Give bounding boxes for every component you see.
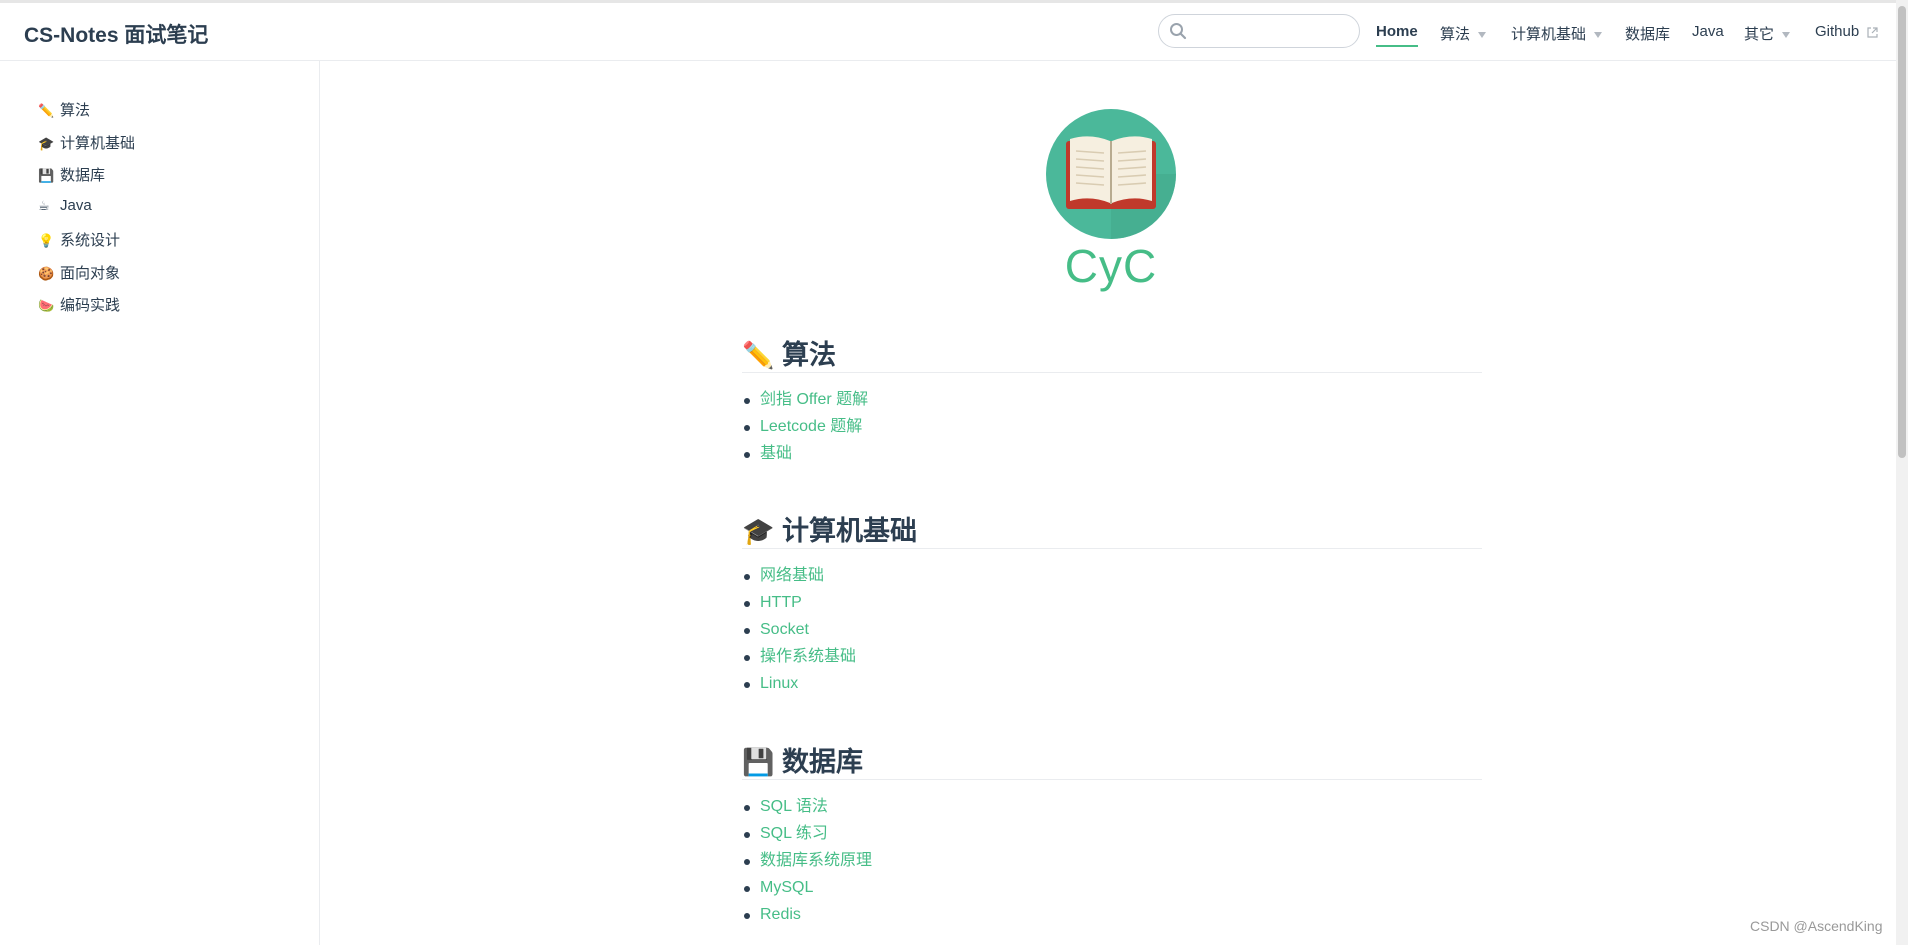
chevron-down-icon [1594,32,1603,39]
book-logo-icon [1046,109,1176,239]
hero-title: CyC [1064,240,1158,292]
link-linux[interactable]: Linux [760,675,798,692]
list-item: Socket [742,619,1482,646]
nav-other-dropdown[interactable]: 其它 [1744,23,1791,44]
link-network-basics[interactable]: 网络基础 [760,567,824,584]
sidebar-item-cs-basics[interactable]: 🎓 计算机基础 [38,132,135,153]
list-item: Linux [742,673,1482,700]
link-list: 剑指 Offer 题解 Leetcode 题解 基础 [742,389,1482,470]
list-item: 操作系统基础 [742,646,1482,673]
list-item: MySQL [742,877,1482,904]
section-heading: 💾 数据库 [742,740,1482,780]
chevron-down-icon [1782,32,1791,39]
list-item: Redis [742,904,1482,931]
list-item: SQL 练习 [742,823,1482,850]
section-algorithm: ✏️ 算法 剑指 Offer 题解 Leetcode 题解 基础 [742,333,1482,470]
sidebar-item-java[interactable]: ☕ Java [38,197,92,214]
pencil-icon: ✏️ [742,340,775,370]
list-item: Leetcode 题解 [742,416,1482,443]
link-redis[interactable]: Redis [760,906,801,923]
section-database: 💾 数据库 SQL 语法 SQL 练习 数据库系统原理 MySQL Redis [742,740,1482,931]
sidebar: ✏️ 算法 🎓 计算机基础 💾 数据库 ☕ Java 💡 系统设计 🍪 面向对象 🍉 编码实践 [0,61,320,945]
section-heading: ✏️ 算法 [742,333,1482,373]
section-heading-text: 数据库 [782,747,863,777]
link-sql-practice[interactable]: SQL 练习 [760,825,828,842]
link-leetcode[interactable]: Leetcode 题解 [760,418,862,435]
sidebar-item-label: 算法 [60,102,91,119]
list-item: 数据库系统原理 [742,850,1482,877]
nav-other-label: 其它 [1744,26,1775,43]
sidebar-item-database[interactable]: 💾 数据库 [38,164,105,185]
nav-cs-basics-label: 计算机基础 [1511,26,1587,43]
list-item: HTTP [742,592,1482,619]
watermelon-icon: 🍉 [38,298,55,313]
sidebar-item-label: 计算机基础 [60,135,136,152]
floppy-disk-icon: 💾 [742,747,775,777]
floppy-disk-icon: 💾 [38,168,55,183]
watermark: CSDN @AscendKing [1750,918,1883,934]
nav-home[interactable]: Home [1376,23,1418,47]
main-content: CyC ✏️ 算法 剑指 Offer 题解 Leetcode 题解 基础 🎓 计算机… [320,61,1896,945]
navbar: CS-Notes 面试笔记 Home 算法 计算机基础 数据库 Java 其它 … [0,3,1908,61]
link-socket[interactable]: Socket [760,621,809,638]
link-jianzhi-offer[interactable]: 剑指 Offer 题解 [760,391,868,408]
link-db-principles[interactable]: 数据库系统原理 [760,852,872,869]
section-cs-basics: 🎓 计算机基础 网络基础 HTTP Socket 操作系统基础 Linux [742,509,1482,700]
search-box[interactable] [1158,14,1360,48]
site-title[interactable]: CS-Notes 面试笔记 [24,19,208,49]
lightbulb-icon: 💡 [38,233,55,248]
nav-java[interactable]: Java [1692,23,1724,40]
search-input[interactable] [1193,20,1353,42]
sidebar-item-coding-practice[interactable]: 🍉 编码实践 [38,294,120,315]
external-link-icon [1867,26,1878,38]
link-os-basics[interactable]: 操作系统基础 [760,648,856,665]
section-heading: 🎓 计算机基础 [742,509,1482,549]
nav-database[interactable]: 数据库 [1625,23,1670,44]
sidebar-item-label: 面向对象 [60,265,121,282]
pencil-icon: ✏️ [38,103,55,118]
section-heading-text: 计算机基础 [782,516,917,546]
graduation-cap-icon: 🎓 [38,136,55,151]
sidebar-item-system-design[interactable]: 💡 系统设计 [38,229,120,250]
nav-github-label: Github [1815,23,1860,40]
nav-cs-basics-dropdown[interactable]: 计算机基础 [1511,23,1603,44]
nav-github[interactable]: Github [1815,23,1878,40]
section-heading-text: 算法 [782,340,836,370]
link-sql-syntax[interactable]: SQL 语法 [760,798,828,815]
sidebar-item-label: 数据库 [60,167,106,184]
list-item: 剑指 Offer 题解 [742,389,1482,416]
link-list: 网络基础 HTTP Socket 操作系统基础 Linux [742,565,1482,700]
sidebar-item-label: 编码实践 [60,297,121,314]
search-icon [1170,23,1187,40]
link-http[interactable]: HTTP [760,594,802,611]
list-item: SQL 语法 [742,796,1482,823]
cookie-icon: 🍪 [38,266,55,281]
chevron-down-icon [1478,32,1487,39]
nav-algorithm-label: 算法 [1440,26,1471,43]
scrollbar-thumb[interactable] [1898,6,1906,458]
sidebar-item-label: Java [60,197,92,214]
list-item: 网络基础 [742,565,1482,592]
list-item: 基础 [742,443,1482,470]
coffee-icon: ☕ [38,198,50,213]
link-list: SQL 语法 SQL 练习 数据库系统原理 MySQL Redis [742,796,1482,931]
sidebar-item-label: 系统设计 [60,232,121,249]
sidebar-item-algorithm[interactable]: ✏️ 算法 [38,99,90,120]
graduation-cap-icon: 🎓 [742,516,775,546]
link-mysql[interactable]: MySQL [760,879,813,896]
link-algo-basics[interactable]: 基础 [760,445,792,462]
nav-algorithm-dropdown[interactable]: 算法 [1440,23,1487,44]
sidebar-item-oop[interactable]: 🍪 面向对象 [38,262,120,283]
